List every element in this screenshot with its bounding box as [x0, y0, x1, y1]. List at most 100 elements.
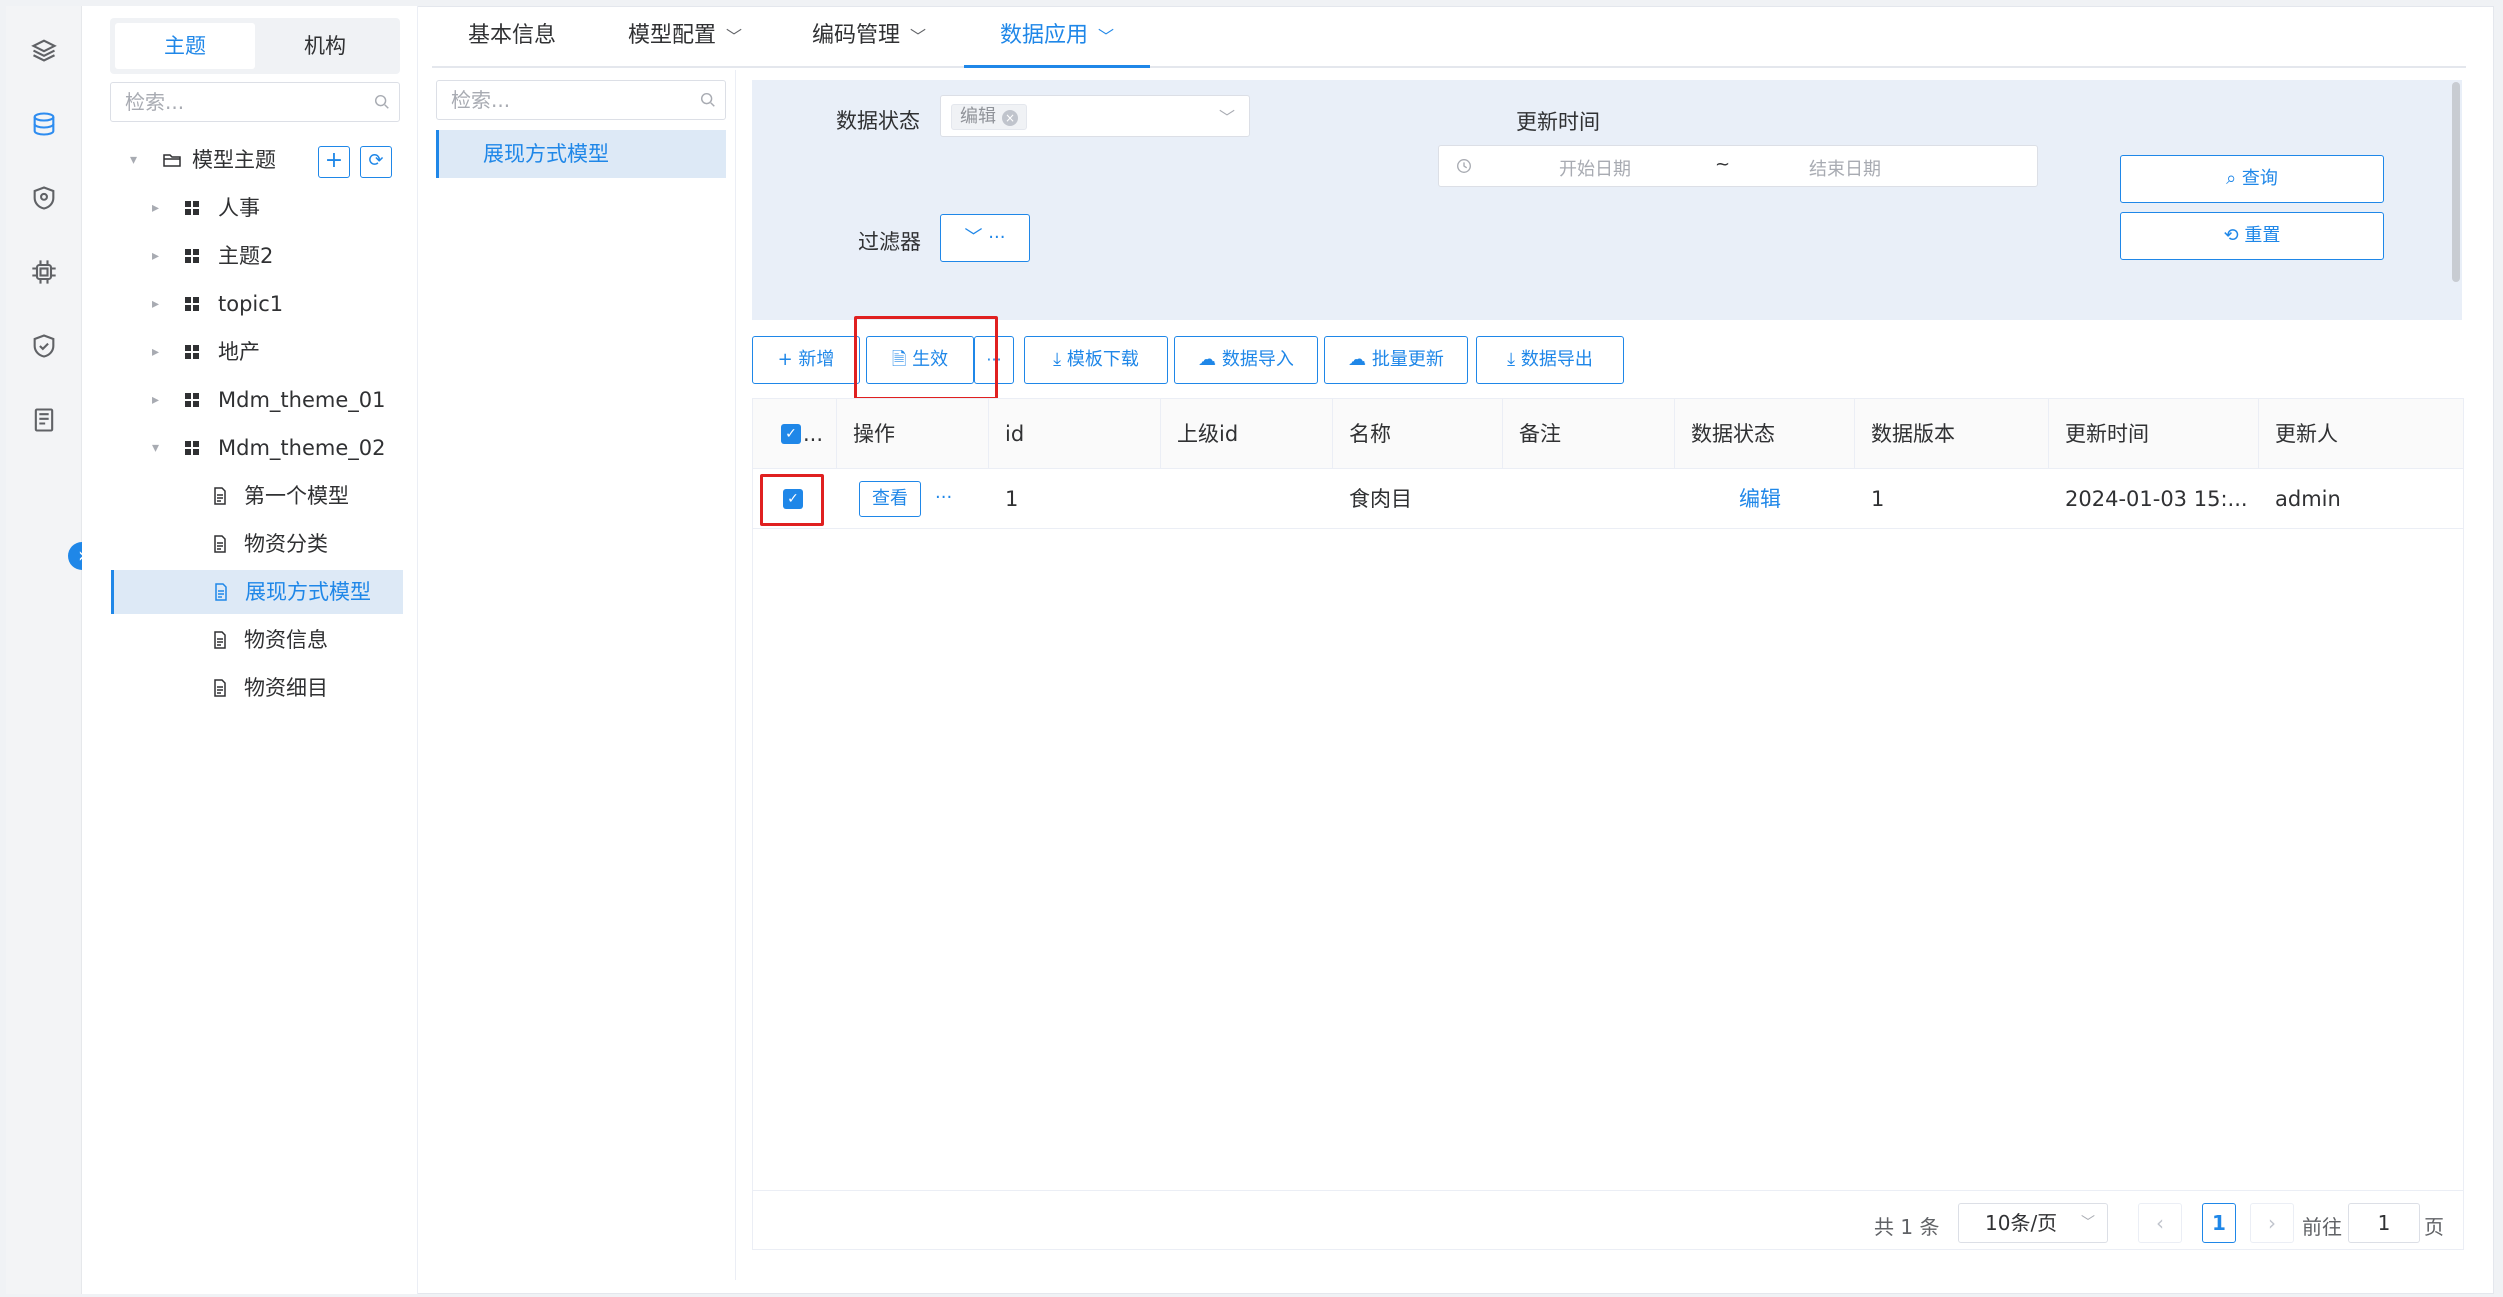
start-date-input[interactable]: 开始日期	[1559, 155, 1631, 181]
chip-icon[interactable]	[30, 258, 58, 286]
cell-version: 1	[1871, 487, 1885, 511]
tab-org[interactable]: 机构	[255, 23, 395, 69]
checkbox-checked-icon[interactable]: ✓	[781, 424, 801, 444]
tree-node[interactable]: ▾ Mdm_theme_02	[110, 426, 402, 470]
data-table: ✓ ... 操作 id 上级id 名称 备注 数据状态 数据版本 更新时间 更新…	[752, 398, 2464, 1250]
status-tag-text: 编辑	[960, 106, 996, 127]
page-number-current[interactable]: 1	[2202, 1203, 2236, 1243]
cell-update-time: 2024-01-03 15:...	[2065, 487, 2248, 511]
close-icon[interactable]: ×	[1002, 110, 1018, 126]
column-header: id	[989, 399, 1161, 469]
tab-data-application[interactable]: 数据应用 ﹀	[964, 6, 1151, 68]
tree-search-placeholder: 检索...	[125, 90, 185, 114]
reset-button-label: 重置	[2244, 225, 2281, 246]
folder-open-icon	[163, 154, 181, 167]
tree-leaf[interactable]: 物资信息	[110, 618, 402, 662]
download-icon: ⤓	[1053, 349, 1062, 370]
tab-model-config[interactable]: 模型配置 ﹀	[592, 6, 778, 68]
document-list-icon[interactable]	[30, 406, 58, 434]
cell-name: 食肉目	[1349, 487, 1412, 511]
add-node-button[interactable]: +	[318, 146, 350, 178]
column-header: 操作	[837, 399, 989, 469]
data-import-button[interactable]: ☁ 数据导入	[1174, 336, 1318, 384]
tab-code-management[interactable]: 编码管理 ﹀	[776, 6, 962, 68]
caret-right-icon[interactable]: ▸	[152, 378, 164, 422]
page-size-select[interactable]: 10条/页 ﹀	[1958, 1203, 2108, 1243]
goto-page-input[interactable]: 1	[2348, 1203, 2420, 1243]
column-header: 数据状态	[1675, 399, 1855, 469]
filter-scrollbar[interactable]	[2452, 82, 2460, 282]
view-button[interactable]: 查看	[859, 481, 921, 517]
grid-icon	[185, 249, 199, 263]
update-time-label: 更新时间	[1516, 110, 1600, 134]
row-more-icon[interactable]: ···	[935, 487, 952, 508]
query-button-label: 查询	[2241, 168, 2278, 189]
tree-label: Mdm_theme_01	[218, 388, 386, 412]
next-page-icon[interactable]: ›	[2250, 1203, 2294, 1243]
tree-leaf-selected[interactable]: 展现方式模型	[111, 570, 403, 614]
shield-icon[interactable]	[30, 184, 58, 212]
caret-right-icon[interactable]: ▸	[152, 330, 164, 374]
layers-icon[interactable]	[30, 36, 58, 64]
database-icon[interactable]	[30, 110, 58, 138]
reset-button[interactable]: ⟲ 重置	[2120, 212, 2384, 260]
chevron-down-icon: ﹀	[910, 27, 927, 46]
caret-right-icon[interactable]: ▸	[152, 186, 164, 230]
status-select[interactable]: 编辑 × ﹀	[940, 95, 1250, 137]
prev-page-icon[interactable]: ‹	[2138, 1203, 2182, 1243]
column-header: 上级id	[1161, 399, 1333, 469]
caret-down-icon[interactable]: ▾	[130, 138, 142, 182]
caret-down-icon[interactable]: ▾	[152, 426, 164, 470]
end-date-input[interactable]: 结束日期	[1809, 155, 1881, 181]
pagination: 共 1 条 10条/页 ﹀ ‹ 1 › 前往 1 页	[752, 1190, 2464, 1252]
select-all-header[interactable]: ✓ ...	[753, 399, 837, 469]
tree-search-input[interactable]: 检索...	[110, 82, 400, 122]
status-tag[interactable]: 编辑 ×	[951, 104, 1027, 130]
tree-node[interactable]: ▸ 地产	[110, 330, 402, 374]
chevron-down-icon: ﹀	[1098, 27, 1115, 46]
date-range-picker[interactable]: 开始日期 ~ 结束日期	[1438, 145, 2038, 187]
tab-label: 编码管理	[812, 23, 901, 48]
tree-leaf[interactable]: 第一个模型	[110, 474, 402, 518]
theme-panel: 主题 机构 检索... ▾ 模型主题 + ⟳ ▸ 人事 ▸ 主题2 ▸ topi…	[82, 6, 418, 1294]
cell-remark	[1503, 469, 1519, 529]
tree-label: 物资分类	[244, 532, 328, 556]
query-button[interactable]: ⌕ 查询	[2120, 155, 2384, 203]
highlight-effect-button	[854, 316, 998, 400]
tree-label: 主题2	[218, 244, 274, 268]
data-export-button[interactable]: ⤓ 数据导出	[1476, 336, 1624, 384]
chevron-down-icon: ﹀	[2081, 1215, 2095, 1231]
template-download-button[interactable]: ⤓ 模板下载	[1024, 336, 1168, 384]
add-button-label: 新增	[798, 349, 835, 370]
refresh-icon[interactable]: ⟳	[360, 146, 392, 178]
tab-label: 基本信息	[468, 23, 557, 48]
tree-label: 物资信息	[244, 628, 328, 652]
refresh-icon: ⟲	[2223, 225, 2239, 246]
tree-node[interactable]: ▸ 人事	[110, 186, 402, 230]
model-search-input[interactable]: 检索...	[436, 80, 726, 120]
tree-node[interactable]: ▸ Mdm_theme_01	[110, 378, 402, 422]
security-icon[interactable]	[30, 332, 58, 360]
grid-icon	[185, 297, 199, 311]
tree-node-root[interactable]: ▾ 模型主题 + ⟳	[110, 138, 402, 182]
tab-basic-info[interactable]: 基本信息	[432, 6, 592, 68]
tree-leaf[interactable]: 物资细目	[110, 666, 402, 710]
model-list-item[interactable]: 展现方式模型	[436, 130, 726, 178]
caret-right-icon[interactable]: ▸	[152, 282, 164, 326]
column-header: 更新人	[2259, 399, 2463, 469]
cell-status-link[interactable]: 编辑	[1723, 469, 1781, 529]
tree-node[interactable]: ▸ 主题2	[110, 234, 402, 278]
batch-update-label: 批量更新	[1371, 349, 1444, 370]
tree-label: 地产	[218, 340, 260, 364]
clock-icon	[1457, 159, 1471, 173]
tree-node[interactable]: ▸ topic1	[110, 282, 402, 326]
document-icon	[214, 679, 226, 697]
batch-update-button[interactable]: ☁ 批量更新	[1324, 336, 1468, 384]
tree-leaf[interactable]: 物资分类	[110, 522, 402, 566]
tab-theme[interactable]: 主题	[115, 23, 255, 69]
cell-parent-id	[1161, 469, 1177, 529]
add-button[interactable]: + 新增	[752, 336, 860, 384]
filter-dropdown-button[interactable]: ﹀ ···	[940, 214, 1030, 262]
caret-right-icon[interactable]: ▸	[152, 234, 164, 278]
search-icon	[374, 94, 389, 109]
